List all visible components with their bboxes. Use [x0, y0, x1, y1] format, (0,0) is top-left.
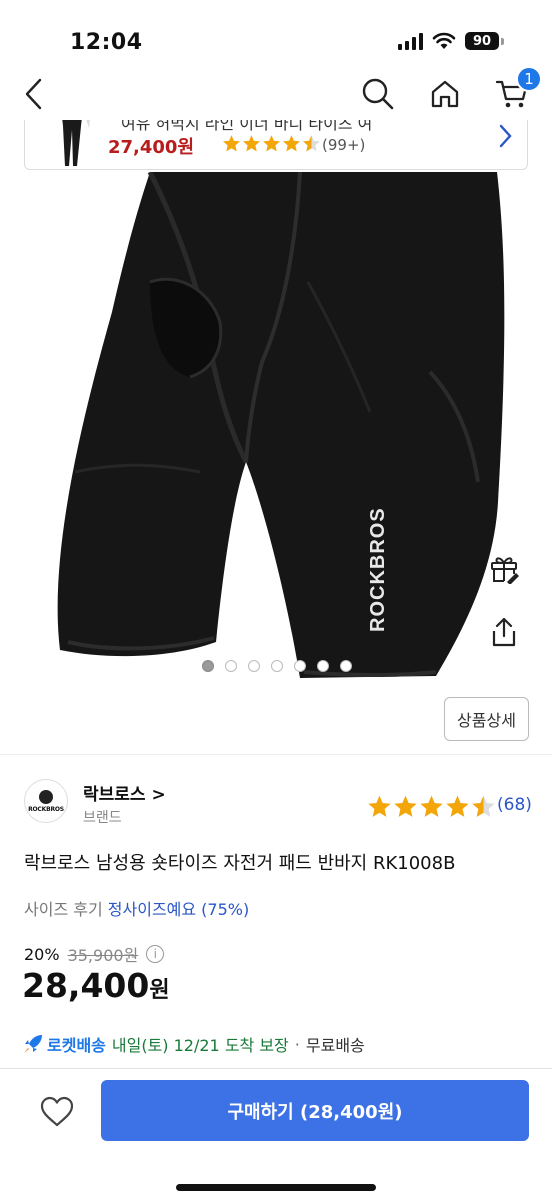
recommended-product-title: 여유 허벅지 라인 이너 바디 타이츠 여 — [121, 120, 373, 133]
original-price: 35,900원 — [67, 946, 139, 965]
brand-logo-text: ROCKBROS — [28, 805, 64, 813]
info-icon[interactable]: i — [146, 945, 165, 963]
recommended-product-rating — [222, 134, 321, 153]
search-button[interactable] — [356, 72, 400, 116]
recommended-product-banner[interactable]: 여유 허벅지 라인 이너 바디 타이츠 여 27,400원 (99+) — [24, 120, 528, 170]
carousel-dot[interactable] — [317, 660, 329, 672]
carousel-dot[interactable] — [294, 660, 306, 672]
star-icon — [446, 795, 469, 817]
carousel-dot[interactable] — [225, 660, 237, 672]
home-indicator — [176, 1184, 376, 1191]
product-rating-stars[interactable] — [367, 794, 496, 819]
sale-price-value: 28,400 — [22, 966, 150, 1005]
chevron-right-icon[interactable] — [495, 123, 515, 149]
wishlist-button[interactable] — [38, 1093, 76, 1131]
top-navigation: 1 — [0, 64, 552, 122]
battery-indicator: 90 — [465, 32, 499, 50]
brand-logo[interactable]: ROCKBROS — [24, 779, 68, 823]
cart-count-badge: 1 — [516, 66, 542, 92]
star-icon — [263, 135, 280, 152]
status-time: 12:04 — [70, 30, 143, 55]
buy-now-button[interactable]: 구매하기 (28,400원) — [101, 1080, 529, 1141]
delivery-info: 로켓배송 내일(토) 12/21 도착 보장 · 무료배송 — [22, 1032, 365, 1056]
product-brand-print: ROCKBROS — [367, 507, 389, 632]
status-icons: 90 — [398, 32, 504, 50]
carousel-dot[interactable] — [248, 660, 260, 672]
cart-button[interactable]: 1 — [490, 66, 542, 116]
size-review-value: 정사이즈예요 (75%) — [107, 900, 250, 919]
discount-row: 20% 35,900원 i — [24, 942, 165, 966]
rocket-delivery-label: 로켓배송 — [47, 1036, 106, 1055]
review-count-link[interactable]: (68) — [497, 795, 532, 815]
recommended-product-thumbnail — [62, 120, 90, 166]
battery-tip — [501, 37, 504, 45]
free-shipping: 무료배송 — [305, 1036, 365, 1055]
product-image[interactable]: ROCKBROS — [0, 172, 552, 678]
brand-logo-mark — [39, 789, 53, 804]
brand-name-link[interactable]: 락브로스 > — [83, 780, 166, 805]
search-icon — [362, 78, 394, 110]
carousel-dot[interactable] — [271, 660, 283, 672]
share-button[interactable] — [484, 612, 524, 652]
image-carousel-indicator[interactable] — [202, 660, 352, 672]
back-arrow-icon — [25, 78, 42, 110]
star-half-icon — [303, 135, 320, 152]
signal-icon — [398, 32, 423, 50]
gift-icon — [491, 557, 519, 584]
status-bar: 12:04 90 — [0, 0, 552, 64]
delivery-separator: · — [294, 1034, 300, 1054]
back-button[interactable] — [12, 72, 56, 116]
star-icon — [243, 135, 260, 152]
home-icon — [431, 80, 459, 108]
star-icon — [223, 135, 240, 152]
home-button[interactable] — [423, 72, 467, 116]
price-unit: 원 — [149, 978, 170, 1003]
carousel-dot[interactable] — [340, 660, 352, 672]
bottom-action-bar: 구매하기 (28,400원) — [0, 1068, 552, 1200]
share-icon — [492, 617, 516, 647]
section-divider — [0, 754, 552, 755]
star-icon — [283, 135, 300, 152]
star-icon — [394, 795, 417, 817]
product-detail-button[interactable]: 상품상세 — [444, 697, 529, 741]
star-icon — [420, 795, 443, 817]
carousel-dot[interactable] — [202, 660, 214, 672]
sale-price: 28,400원 — [22, 966, 170, 1005]
heart-icon — [40, 1096, 74, 1127]
gift-button[interactable] — [484, 548, 524, 588]
star-icon — [368, 795, 391, 817]
recommended-product-price: 27,400원 — [108, 137, 195, 158]
brand-label: 브랜드 — [83, 810, 122, 826]
recommended-product-review-count: (99+) — [322, 136, 366, 154]
star-half-icon — [472, 795, 495, 817]
size-review[interactable]: 사이즈 후기 정사이즈예요 (75%) — [24, 896, 249, 920]
discount-rate: 20% — [24, 944, 60, 964]
wifi-icon — [432, 32, 456, 49]
rocket-icon — [24, 1035, 42, 1053]
delivery-date: 내일(토) 12/21 도착 보장 — [111, 1036, 289, 1055]
product-title: 락브로스 남성용 숏타이즈 자전거 패드 반바지 RK1008B — [24, 853, 456, 874]
size-review-label: 사이즈 후기 — [24, 900, 103, 919]
